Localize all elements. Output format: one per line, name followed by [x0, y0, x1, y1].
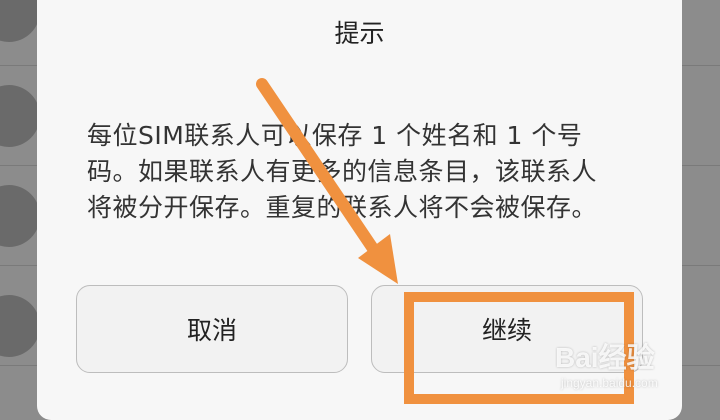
baidu-jingyan-watermark: Bai经验 jingyan.baidu.com: [555, 336, 715, 400]
annotation-arrow-shaft: [256, 78, 384, 262]
watermark-url: jingyan.baidu.com: [561, 376, 658, 390]
watermark-logo: Bai经验: [555, 342, 655, 373]
